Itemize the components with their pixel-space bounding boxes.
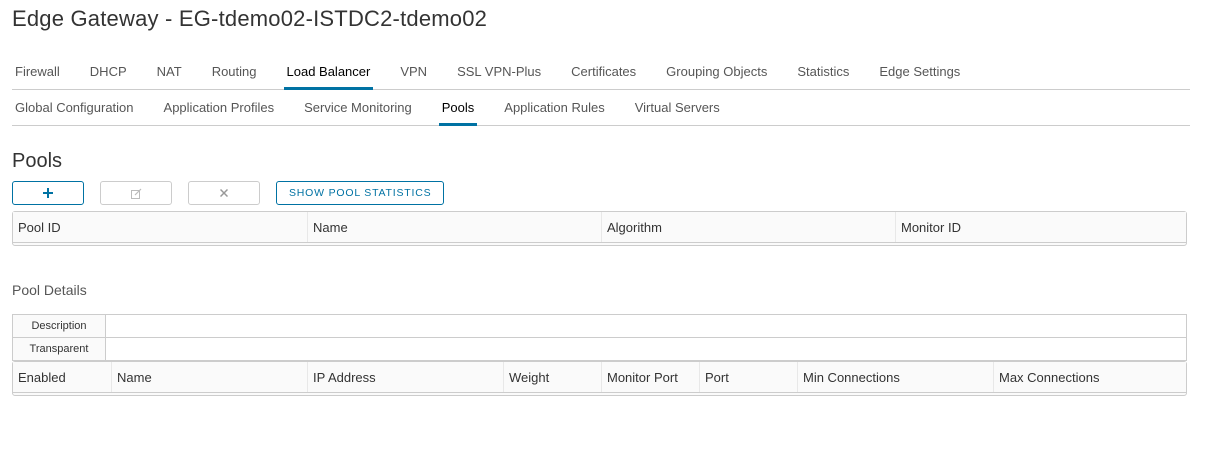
delete-pool-button[interactable] [188, 181, 260, 205]
pool-members-grid-header: Enabled Name IP Address Weight Monitor P… [13, 362, 1186, 393]
pools-section-title: Pools [12, 150, 63, 172]
tab-routing[interactable]: Routing [209, 54, 260, 89]
tab-nat[interactable]: NAT [154, 54, 185, 89]
pools-grid: Pool ID Name Algorithm Monitor ID [12, 211, 1187, 246]
tab-pools[interactable]: Pools [438, 90, 478, 126]
column-ip-address[interactable]: IP Address [307, 362, 503, 392]
pools-toolbar: SHOW POOL STATISTICS [12, 181, 445, 205]
tab-certificates[interactable]: Certificates [568, 54, 639, 89]
description-label: Description [13, 315, 106, 337]
tab-service-monitoring[interactable]: Service Monitoring [301, 90, 415, 125]
transparent-row: Transparent [13, 338, 1186, 360]
column-monitor-id[interactable]: Monitor ID [895, 212, 1186, 242]
primary-tabs: Firewall DHCP NAT Routing Load Balancer … [12, 54, 1190, 90]
show-pool-statistics-button[interactable]: SHOW POOL STATISTICS [276, 181, 445, 205]
description-value [106, 315, 1186, 337]
column-port[interactable]: Port [699, 362, 797, 392]
tab-ssl-vpn-plus[interactable]: SSL VPN-Plus [454, 54, 544, 89]
column-max-connections[interactable]: Max Connections [993, 362, 1186, 392]
secondary-tabs: Global Configuration Application Profile… [12, 90, 1190, 126]
edit-pool-button[interactable] [100, 181, 172, 205]
column-name[interactable]: Name [307, 212, 601, 242]
tab-global-configuration[interactable]: Global Configuration [12, 90, 137, 125]
pool-members-grid: Enabled Name IP Address Weight Monitor P… [12, 361, 1187, 396]
tab-dhcp[interactable]: DHCP [87, 54, 130, 89]
column-pool-id[interactable]: Pool ID [13, 212, 307, 242]
tab-virtual-servers[interactable]: Virtual Servers [632, 90, 723, 125]
tab-firewall[interactable]: Firewall [12, 54, 63, 89]
pool-details-table: Description Transparent [12, 314, 1187, 361]
description-row: Description [13, 315, 1186, 338]
tab-edge-settings[interactable]: Edge Settings [876, 54, 963, 89]
column-member-name[interactable]: Name [111, 362, 307, 392]
column-monitor-port[interactable]: Monitor Port [601, 362, 699, 392]
add-pool-button[interactable] [12, 181, 84, 205]
column-min-connections[interactable]: Min Connections [797, 362, 993, 392]
transparent-value [106, 338, 1186, 360]
transparent-label: Transparent [13, 338, 106, 360]
close-icon [220, 189, 228, 197]
edit-icon [130, 188, 141, 199]
column-enabled[interactable]: Enabled [13, 362, 111, 392]
tab-statistics[interactable]: Statistics [794, 54, 852, 89]
tab-application-profiles[interactable]: Application Profiles [161, 90, 278, 125]
page-title: Edge Gateway - EG-tdemo02-ISTDC2-tdemo02 [12, 6, 488, 31]
pools-grid-header: Pool ID Name Algorithm Monitor ID [13, 212, 1186, 243]
tab-vpn[interactable]: VPN [397, 54, 430, 89]
plus-icon [43, 188, 53, 198]
pool-details-title: Pool Details [12, 282, 87, 298]
column-weight[interactable]: Weight [503, 362, 601, 392]
tab-load-balancer[interactable]: Load Balancer [283, 54, 374, 90]
tab-grouping-objects[interactable]: Grouping Objects [663, 54, 770, 89]
column-algorithm[interactable]: Algorithm [601, 212, 895, 242]
tab-application-rules[interactable]: Application Rules [501, 90, 607, 125]
